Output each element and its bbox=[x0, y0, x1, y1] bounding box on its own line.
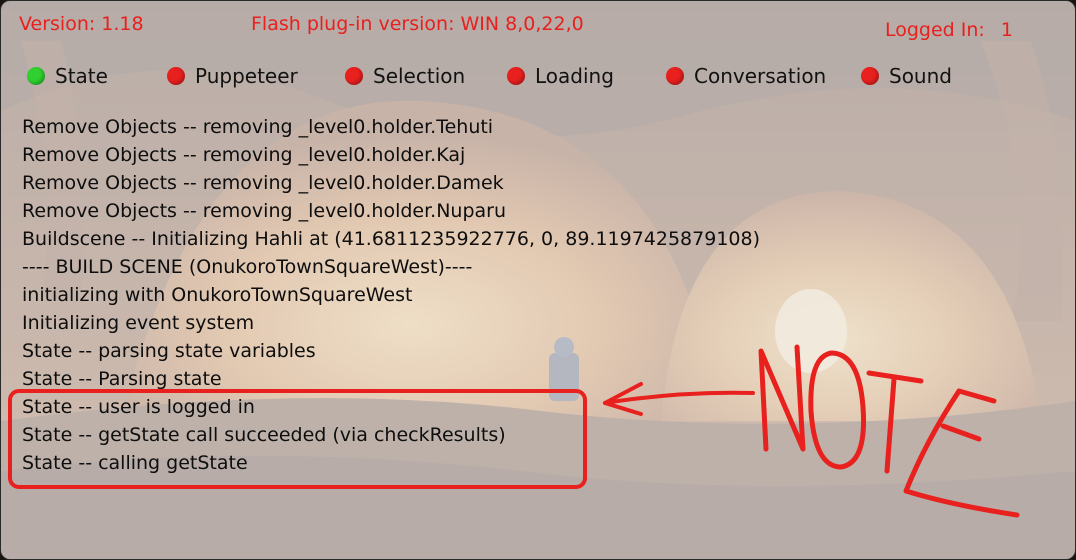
log-line: State -- calling getState bbox=[22, 452, 248, 474]
log-line: Remove Objects -- removing _level0.holde… bbox=[22, 200, 507, 222]
debug-window: Version: 1.18 Flash plug-in version: WIN… bbox=[0, 0, 1076, 560]
status-puppeteer: Puppeteer bbox=[167, 62, 298, 90]
log-line: State -- getState call succeeded (via ch… bbox=[22, 424, 506, 446]
log-line: Initializing event system bbox=[22, 312, 255, 334]
log-line: initializing with OnukoroTownSquareWest bbox=[22, 284, 413, 306]
log-line: Remove Objects -- removing _level0.holde… bbox=[22, 144, 466, 166]
debug-log: Remove Objects -- removing _level0.holde… bbox=[22, 113, 760, 477]
status-label: Puppeteer bbox=[195, 64, 298, 88]
log-line: Buildscene -- Initializing Hahli at (41.… bbox=[22, 228, 761, 250]
logged-in-count: 1 bbox=[1000, 19, 1013, 41]
status-sound: Sound bbox=[861, 62, 952, 90]
flash-version-label: Flash plug-in version: WIN 8,0,22,0 bbox=[251, 13, 584, 35]
status-light-icon bbox=[167, 67, 185, 85]
log-line: State -- user is logged in bbox=[22, 396, 255, 418]
log-line: State -- Parsing state bbox=[22, 368, 222, 390]
status-label: State bbox=[55, 64, 108, 88]
status-light-icon bbox=[507, 67, 525, 85]
status-loading: Loading bbox=[507, 62, 614, 90]
status-light-icon bbox=[27, 67, 45, 85]
status-state: State bbox=[27, 62, 108, 90]
status-label: Conversation bbox=[694, 64, 827, 88]
log-line: Remove Objects -- removing _level0.holde… bbox=[22, 172, 504, 194]
log-line: ---- BUILD SCENE (OnukoroTownSquareWest)… bbox=[22, 256, 473, 278]
status-conversation: Conversation bbox=[666, 62, 826, 90]
log-line: Remove Objects -- removing _level0.holde… bbox=[22, 116, 494, 138]
status-label: Sound bbox=[889, 64, 952, 88]
version-label: Version: 1.18 bbox=[19, 13, 144, 35]
logged-in-indicator: Logged In: 1 bbox=[885, 19, 1013, 41]
status-selection: Selection bbox=[345, 62, 465, 90]
status-light-icon bbox=[666, 67, 684, 85]
status-light-icon bbox=[345, 67, 363, 85]
status-label: Loading bbox=[535, 64, 614, 88]
log-line: State -- parsing state variables bbox=[22, 340, 316, 362]
status-label: Selection bbox=[373, 64, 466, 88]
logged-in-label: Logged In: bbox=[885, 19, 985, 41]
status-light-icon bbox=[861, 67, 879, 85]
status-indicator-bar: State Puppeteer Selection Loading Conver… bbox=[1, 62, 1075, 90]
